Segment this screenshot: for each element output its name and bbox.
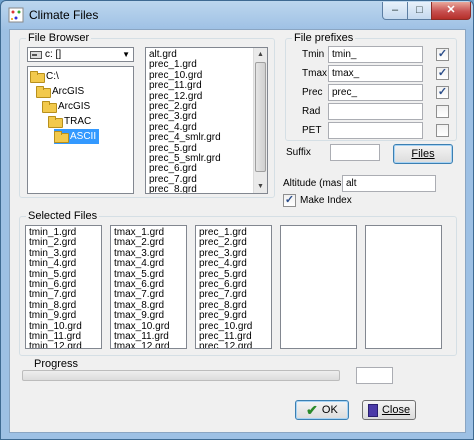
make-index-label: Make Index (300, 195, 352, 206)
folder-icon (30, 71, 45, 84)
progress-legend: Progress (32, 358, 81, 370)
suffix-label: Suffix (286, 147, 311, 158)
tree-item[interactable]: TRAC (48, 114, 91, 129)
drive-value: c: [] (45, 49, 62, 60)
prefix-checkbox[interactable] (436, 105, 449, 118)
list-item[interactable]: tmax_4.grd (111, 258, 186, 269)
list-item[interactable]: prec_4_smlr.grd (146, 132, 267, 143)
prefix-checkbox[interactable]: ✓ (436, 67, 449, 80)
folder-icon (48, 116, 63, 129)
prefix-label: Tmin (302, 49, 325, 60)
directory-tree[interactable]: C:\ ArcGIS ArcGIS TRAC ASCII (27, 66, 134, 194)
drive-select[interactable]: c: [] ▼ (27, 47, 134, 62)
progress-bar (22, 370, 340, 381)
climate-app-icon (8, 7, 24, 23)
checkmark-icon: ✔ (306, 402, 318, 419)
window-title: Climate Files (29, 8, 99, 22)
tree-item-label: ArcGIS (52, 86, 85, 97)
close-window-button[interactable]: ✕ (431, 2, 471, 20)
selected-files-legend: Selected Files (26, 210, 100, 222)
climate-files-window: Climate Files – □ ✕ File Browser c: [] ▼… (0, 0, 474, 440)
close-button-label: Close (381, 404, 411, 416)
make-index-checkbox[interactable]: ✓ (283, 194, 296, 207)
ok-button[interactable]: ✔ OK (295, 400, 349, 420)
list-item[interactable]: prec_4.grd (196, 258, 271, 269)
prefix-label: PET (302, 125, 322, 136)
file-prefixes-group: File prefixes Tmin tmin_ ✓ Tmax tmax_ ✓ Prec pr… (285, 32, 457, 141)
prefix-label: Tmax (302, 68, 327, 79)
tree-item[interactable]: ASCII (54, 129, 100, 144)
minimize-button[interactable]: – (382, 2, 408, 20)
prefix-input[interactable] (328, 103, 423, 120)
scroll-up-icon[interactable]: ▲ (254, 48, 267, 61)
selected-files-list[interactable]: tmax_1.grd tmax_2.grd tmax_3.grd tmax_4.grd… (110, 225, 187, 349)
tree-item-label: ASCII (70, 131, 97, 142)
tree-item[interactable]: ArcGIS (42, 99, 90, 114)
tree-item-label: C:\ (46, 71, 59, 82)
close-button[interactable]: Close (362, 400, 416, 420)
chevron-down-icon[interactable]: ▼ (122, 50, 130, 59)
ok-button-label: OK (321, 404, 338, 416)
selected-files-list[interactable] (365, 225, 442, 349)
folder-icon (42, 101, 57, 114)
scroll-thumb[interactable] (255, 62, 266, 172)
list-item[interactable]: tmax_12.grd (111, 341, 186, 348)
drive-icon (30, 51, 42, 59)
altitude-label: Altitude (mask) (283, 178, 350, 189)
prefix-input[interactable]: tmin_ (328, 46, 423, 63)
prefix-checkbox[interactable]: ✓ (436, 48, 449, 61)
files-button-label: Files (411, 148, 435, 160)
file-prefixes-legend: File prefixes (292, 32, 356, 44)
door-icon (367, 403, 378, 417)
prefix-input[interactable] (328, 122, 423, 139)
tree-item[interactable]: C:\ (30, 69, 59, 84)
folder-icon (36, 86, 51, 99)
list-item[interactable]: tmin_9.grd (26, 310, 101, 321)
file-list[interactable]: alt.grd prec_1.grd prec_10.grd prec_11.grd p… (145, 47, 268, 194)
selected-files-list[interactable]: tmin_1.grd tmin_2.grd tmin_3.grd tmin_4.grd… (25, 225, 102, 349)
prefix-checkbox[interactable]: ✓ (436, 86, 449, 99)
scroll-down-icon[interactable]: ▼ (254, 180, 267, 193)
suffix-input[interactable] (330, 144, 380, 161)
maximize-button[interactable]: □ (407, 2, 432, 20)
file-list-scrollbar[interactable]: ▲ ▼ (253, 48, 267, 193)
list-item[interactable]: tmin_4.grd (26, 258, 101, 269)
list-item[interactable]: prec_12.grd (196, 341, 271, 348)
list-item[interactable]: prec_9.grd (196, 310, 271, 321)
list-item[interactable]: tmax_9.grd (111, 310, 186, 321)
files-button[interactable]: Files (393, 144, 453, 164)
prefix-input[interactable]: tmax_ (328, 65, 423, 82)
file-browser-legend: File Browser (26, 32, 92, 44)
selected-files-group: Selected Files tmin_1.grd tmin_2.grd tmin_… (19, 210, 457, 356)
prefix-checkbox[interactable] (436, 124, 449, 137)
title-bar[interactable]: Climate Files – □ ✕ (1, 1, 473, 29)
tree-item-label: TRAC (64, 116, 92, 127)
dialog-client-area: File Browser c: [] ▼ C:\ ArcGIS ArcGIS TRAC… (9, 29, 466, 433)
altitude-input[interactable]: alt (342, 175, 436, 192)
prefix-label: Rad (302, 106, 321, 117)
prefix-input[interactable]: prec_ (328, 84, 423, 101)
tree-item-label: ArcGIS (58, 101, 91, 112)
folder-icon (54, 131, 69, 144)
selected-files-list[interactable] (280, 225, 357, 349)
list-item[interactable]: tmin_12.grd (26, 341, 101, 348)
selected-files-list[interactable]: prec_1.grd prec_2.grd prec_3.grd prec_4.grd… (195, 225, 272, 349)
progress-value-box (356, 367, 393, 384)
prefix-label: Prec (302, 87, 323, 98)
list-item[interactable]: prec_11.grd (146, 80, 267, 91)
file-browser-group: File Browser c: [] ▼ C:\ ArcGIS ArcGIS TRAC… (19, 32, 275, 198)
list-item[interactable]: prec_8.grd (146, 184, 267, 193)
tree-item[interactable]: ArcGIS (36, 84, 84, 99)
